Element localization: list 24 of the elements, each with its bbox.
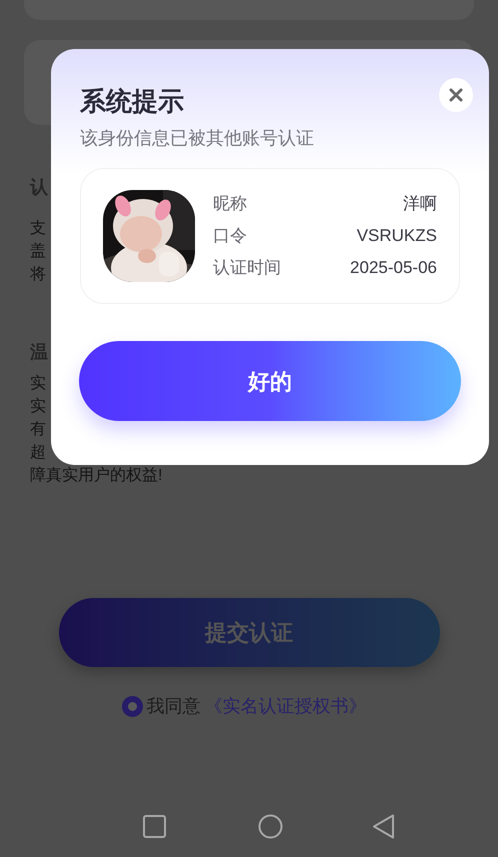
paragraph-line: 障真实用户的权益!: [30, 466, 162, 486]
field-value: 洋啊: [403, 193, 437, 215]
field-label: 认证时间: [213, 257, 281, 279]
paragraph-line: 实: [30, 374, 46, 394]
field-value: 2025-05-06: [350, 257, 437, 279]
paragraph-line: 超: [30, 443, 46, 463]
back-icon[interactable]: [372, 814, 395, 838]
recent-apps-icon[interactable]: [143, 814, 166, 838]
paragraph-line: 将: [30, 265, 46, 285]
close-icon: [449, 88, 463, 102]
home-icon[interactable]: [258, 814, 283, 838]
field-label: 口令: [213, 225, 247, 247]
field-label: 昵称: [213, 193, 247, 215]
paragraph-line: 支: [30, 218, 46, 239]
confirm-button[interactable]: 好的: [79, 341, 461, 421]
radio-button[interactable]: [122, 696, 142, 717]
paragraph-line: 盖: [30, 242, 46, 262]
dialog-title: 系统提示: [80, 85, 184, 118]
submit-button[interactable]: 提交认证: [58, 598, 440, 667]
dialog-subtitle: 该身份信息已被其他账号认证: [80, 127, 315, 150]
paragraph-line: 实: [30, 396, 46, 417]
paragraph-line: 有: [30, 420, 46, 440]
close-button[interactable]: [439, 78, 473, 112]
field-value: VSRUKZS: [356, 225, 437, 247]
